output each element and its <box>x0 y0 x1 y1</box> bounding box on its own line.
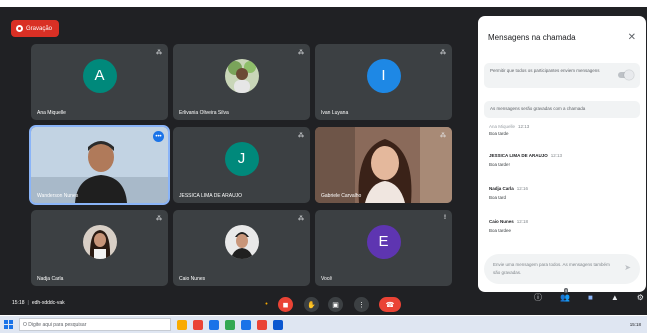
participant-tile[interactable]: ⁂ Caio Nunes <box>173 210 310 286</box>
participant-name: Erlivania Oliveira Silva <box>179 110 229 116</box>
message-text: Boa tarde <box>489 131 509 136</box>
recording-badge: Gravação <box>11 20 60 37</box>
meet-window: Gravação ⁂ A Ana Miquelle ⁂ Erlivania Ol… <box>0 7 647 315</box>
message-text: Boa tard <box>489 195 507 200</box>
leave-call-button[interactable]: ☎ <box>379 297 401 312</box>
chat-panel-header: Mensagens na chamada ✕ <box>488 32 636 43</box>
host-controls-icon[interactable]: ⚙ <box>637 293 644 302</box>
windows-start-icon[interactable] <box>4 320 13 329</box>
more-options-icon[interactable]: ! <box>444 215 446 221</box>
app-icon[interactable] <box>193 319 203 330</box>
present-screen-icon[interactable]: ▣ <box>328 297 343 312</box>
message-time: 12:13 <box>518 124 530 129</box>
mic-muted-icon: ⁂ <box>298 50 304 56</box>
avatar: J <box>224 141 259 176</box>
mic-muted-icon: ⁂ <box>440 50 446 56</box>
participant-name: Wanderson Nunes <box>37 193 79 199</box>
participant-tile[interactable]: ⁂ J JESSICA LIMA DE ARAUJO <box>173 127 310 203</box>
system-tray: 15:18 <box>630 322 647 327</box>
chat-panel-title: Mensagens na chamada <box>488 33 576 42</box>
taskbar-search-input[interactable]: O Digite aqui para pesquisar <box>19 318 171 331</box>
chat-message: JESSICA LIMA DE ARAUJO 12:13 Boa tarde! <box>489 153 638 167</box>
participant-name: Gabriele Carvalho <box>321 193 362 199</box>
avatar: I <box>366 58 401 93</box>
chat-message: Caio Nunes 12:18 Boa tardee <box>489 219 638 233</box>
recording-label: Gravação <box>26 25 53 32</box>
mic-muted-icon: ⁂ <box>298 133 304 139</box>
app-icon[interactable] <box>257 319 267 330</box>
clock[interactable]: 15:18 <box>630 322 641 327</box>
participant-tile[interactable]: ! E Você <box>315 210 452 286</box>
meeting-time: 15:18 <box>12 300 25 306</box>
participant-video <box>31 127 168 203</box>
chat-icon[interactable]: ■ <box>588 293 593 302</box>
word-icon[interactable] <box>273 319 283 330</box>
meeting-info: 15:18 | edh-xdddc-vak <box>12 300 65 306</box>
allow-messages-label: Permitir que todos os participantes envi… <box>490 68 600 73</box>
participant-tile[interactable]: ⁂ Gabriele Carvalho <box>315 127 452 203</box>
chat-panel: Mensagens na chamada ✕ Permitir que todo… <box>478 16 646 292</box>
app-icon[interactable] <box>225 319 235 330</box>
chat-message: Ana Miquelle 12:13 Boa tarde <box>489 124 638 136</box>
chat-message-input[interactable]: Envie uma mensagem para todos. As mensag… <box>484 254 640 284</box>
participants-count: 9 <box>564 287 569 293</box>
meeting-code: edh-xdddc-vak <box>31 300 65 306</box>
message-sender: Caio Nunes <box>489 219 514 224</box>
more-actions-icon[interactable]: • <box>259 297 274 312</box>
participant-name: Caio Nunes <box>179 276 206 282</box>
message-time: 12:18 <box>516 219 529 224</box>
allow-messages-toggle-row: Permitir que todos os participantes envi… <box>484 63 640 88</box>
raise-hand-icon[interactable]: ✋ <box>304 297 319 312</box>
participant-name: JESSICA LIMA DE ARAUJO <box>179 193 243 199</box>
record-icon <box>16 25 23 32</box>
participant-tile[interactable]: ⁂ I Ivan Luyana <box>315 44 452 120</box>
search-placeholder: O Digite aqui para pesquisar <box>23 321 87 328</box>
app-icon[interactable] <box>241 319 251 330</box>
more-options-icon[interactable]: ⋮ <box>354 297 369 312</box>
mic-muted-icon: ⁂ <box>156 216 162 222</box>
participants-icon[interactable]: 👥 9 <box>560 287 570 302</box>
mic-muted-icon: ⁂ <box>298 216 304 222</box>
mic-muted-icon: ⁂ <box>156 50 162 56</box>
info-icon[interactable]: ⓘ <box>534 292 542 303</box>
participant-name: Ivan Luyana <box>321 110 349 116</box>
message-sender: JESSICA LIMA DE ARAUJO <box>489 153 548 158</box>
avatar: E <box>366 224 401 259</box>
avatar <box>224 224 259 259</box>
avatar <box>82 224 117 259</box>
file-explorer-icon[interactable] <box>177 319 187 330</box>
meeting-controls-bar: 15:18 | edh-xdddc-vak • ◼ ✋ ▣ ⋮ ☎ <box>0 293 478 315</box>
message-time: 12:16 <box>516 186 529 191</box>
participant-tile[interactable]: ⁂ A Ana Miquelle <box>31 44 168 120</box>
message-time: 12:13 <box>550 153 563 158</box>
message-text: Boa tardee <box>489 228 512 233</box>
chat-input-placeholder: Envie uma mensagem para todos. As mensag… <box>493 262 610 275</box>
send-icon[interactable]: ➤ <box>624 264 631 272</box>
participant-name: Nadja Carla <box>37 276 64 282</box>
participant-name: Ana Miquelle <box>37 110 66 116</box>
message-text: Boa tarde! <box>489 162 510 167</box>
allow-messages-switch[interactable] <box>618 70 634 80</box>
participant-tile[interactable]: ⁂ Nadja Carla <box>31 210 168 286</box>
participant-name: Você <box>321 276 333 282</box>
participant-video <box>315 127 452 203</box>
avatar <box>224 58 259 93</box>
recording-notice: As mensagens serão gravadas com a chamad… <box>484 101 640 118</box>
windows-taskbar: O Digite aqui para pesquisar 15:18 <box>0 316 647 333</box>
avatar: A <box>82 58 117 93</box>
side-controls: ⓘ 👥 9 ■ ▲ ⚙ <box>534 287 644 306</box>
participant-tile[interactable]: ••• Wanderson Nunes <box>29 125 170 205</box>
microphone-off-icon[interactable]: ◼ <box>278 297 293 312</box>
participant-tile[interactable]: ⁂ Erlivania Oliveira Silva <box>173 44 310 120</box>
app-icon[interactable] <box>209 319 219 330</box>
message-sender: Ana Miquelle <box>489 124 516 129</box>
mic-muted-icon: ⁂ <box>440 133 446 139</box>
message-sender: Nadja Carla <box>489 186 514 191</box>
close-icon[interactable]: ✕ <box>628 32 636 43</box>
chat-message: Nadja Carla 12:16 Boa tard <box>489 186 638 200</box>
speaking-indicator-icon: ••• <box>153 131 164 142</box>
activities-icon[interactable]: ▲ <box>611 293 619 302</box>
